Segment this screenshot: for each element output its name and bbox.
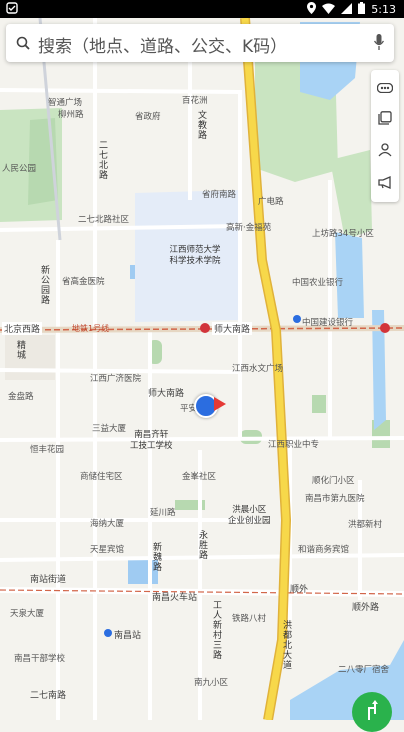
map-label: 中国建设银行 <box>302 318 354 328</box>
map-label: 南昌市第九医院 <box>305 494 365 504</box>
map-label: 和谐商务宾馆 <box>298 545 350 555</box>
station-label: 南昌站 <box>114 631 142 641</box>
map-label: 智通广场 <box>48 98 83 108</box>
map-label: 延川路 <box>150 508 176 518</box>
map-label: 人民公园 <box>2 164 37 174</box>
map-label: 江西水文广场 <box>232 364 284 374</box>
map-label: 金盘路 <box>8 392 34 402</box>
road-label: 精城 <box>15 340 25 360</box>
layers-icon <box>378 110 392 129</box>
clock-text: 5:13 <box>371 3 396 16</box>
battery-icon <box>358 2 366 17</box>
map-label: 金峯社区 <box>182 472 217 482</box>
traffic-icon <box>376 78 394 97</box>
map-label: 南九小区 <box>194 678 229 688</box>
map-label: 恒丰花园 <box>30 445 65 455</box>
road-label: 顺外路 <box>352 603 380 613</box>
road-label: 新公园路 <box>39 265 49 305</box>
road-label: 师大南路 <box>148 389 185 399</box>
map-label: 中国农业银行 <box>292 278 344 288</box>
map-label: 海纳大厦 <box>90 519 125 529</box>
road-label: 二七北路 <box>97 140 107 180</box>
map-label: 广电路 <box>258 197 284 207</box>
road-label: 洪都北大道 <box>281 620 291 670</box>
road-label: 顺外 <box>290 585 309 595</box>
signal-icon <box>341 2 353 17</box>
map-label: 洪都新村 <box>348 520 383 530</box>
map-label: 二七北路社区 <box>78 215 130 225</box>
subway-label: 地铁1号线 <box>72 324 110 333</box>
map-label: 天泉大厦 <box>10 609 45 619</box>
map-label: 百花洲 <box>182 96 208 106</box>
map-label: 三益大厦 <box>92 424 127 434</box>
traffic-layer-button[interactable] <box>371 72 399 102</box>
map-label: 铁路八村 <box>232 614 267 624</box>
map-label: 二八零厂宿舍 <box>338 665 390 675</box>
campus-label: 江西师范大学 科学技术学院 <box>169 245 221 266</box>
map-label: 省政府 <box>135 112 161 122</box>
map-label: 省府南路 <box>202 190 237 200</box>
friends-button[interactable] <box>371 136 399 166</box>
road-label: 工人新村三路 <box>211 600 221 660</box>
road-label: 永胜路 <box>197 530 207 560</box>
map-label: 上坊路34号小区 <box>312 229 374 239</box>
wifi-icon <box>322 3 336 17</box>
route-icon <box>364 700 380 724</box>
road-label: 新魏路 <box>151 542 161 572</box>
microphone-icon[interactable] <box>373 34 385 54</box>
search-input[interactable]: 搜索（地点、道路、公交、K码） <box>38 32 287 57</box>
direction-arrow-icon <box>214 397 226 411</box>
map-label: 省高金医院 <box>62 277 105 287</box>
map-label: 柳州路 <box>58 110 84 120</box>
map-label: 洪晨小区 企业创业园 <box>228 505 271 526</box>
map-label: 江西广济医院 <box>90 374 142 384</box>
report-button[interactable] <box>371 168 399 198</box>
layers-button[interactable] <box>371 104 399 134</box>
search-bar[interactable]: 搜索（地点、道路、公交、K码） <box>6 24 394 62</box>
map-tools-panel <box>371 70 399 202</box>
megaphone-icon <box>377 174 393 193</box>
station-label: 南昌火车站 <box>152 593 198 603</box>
route-navigation-button[interactable] <box>352 692 392 732</box>
map-label: 江西职业中专 <box>268 440 320 450</box>
station-label: 师大南路 <box>212 322 253 335</box>
map-label: 商储住宅区 <box>80 472 123 482</box>
map-label: 天星宾馆 <box>90 545 125 555</box>
person-icon <box>378 142 392 161</box>
road-label: 南站街道 <box>30 575 67 585</box>
map-label: 南昌齐轩 工技工学校 <box>130 430 173 451</box>
map-label: 南昌干部学校 <box>14 654 66 664</box>
search-icon <box>16 35 30 54</box>
status-bar: 5:13 <box>0 0 404 18</box>
road-label: 北京西路 <box>2 322 43 335</box>
road-label: 二七南路 <box>30 691 67 701</box>
notification-icon <box>6 2 18 17</box>
road-label: 文教路 <box>196 110 206 140</box>
map-label: 高新·金福苑 <box>226 223 272 233</box>
location-status-icon <box>307 2 317 17</box>
map-label: 顺化门小区 <box>312 476 355 486</box>
